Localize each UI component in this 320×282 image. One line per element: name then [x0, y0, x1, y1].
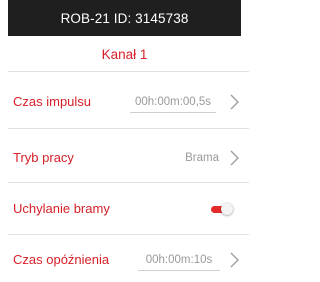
divider [8, 182, 249, 183]
delay-time-row[interactable]: Czas opóźnienia 00h:00m:10s [0, 238, 249, 282]
work-mode-row[interactable]: Tryb pracy Brama [0, 136, 249, 180]
gate-opening-row: Uchylanie bramy [0, 187, 249, 231]
toggle-knob [221, 203, 233, 215]
delay-time-field[interactable]: 00h:00m:10s [138, 251, 220, 271]
chevron-right-icon[interactable] [227, 93, 241, 111]
divider [8, 128, 249, 129]
device-title-bar: ROB-21 ID: 3145738 [8, 0, 241, 36]
chevron-right-icon[interactable] [227, 149, 241, 167]
pulse-time-label: Czas impulsu [13, 94, 92, 109]
device-title: ROB-21 ID: 3145738 [60, 10, 189, 26]
work-mode-label: Tryb pracy [13, 150, 74, 165]
work-mode-value: Brama [185, 152, 219, 164]
channel-title: Kanał 1 [101, 47, 148, 62]
gate-opening-toggle[interactable] [211, 203, 233, 215]
divider [8, 234, 249, 235]
pulse-time-row[interactable]: Czas impulsu 00h:00m:00,5s [0, 80, 249, 124]
pulse-time-field[interactable]: 00h:00m:00,5s [130, 93, 216, 113]
delay-time-label: Czas opóźnienia [13, 252, 110, 267]
gate-opening-label: Uchylanie bramy [13, 201, 110, 216]
chevron-right-icon[interactable] [227, 251, 241, 269]
divider [8, 71, 249, 72]
